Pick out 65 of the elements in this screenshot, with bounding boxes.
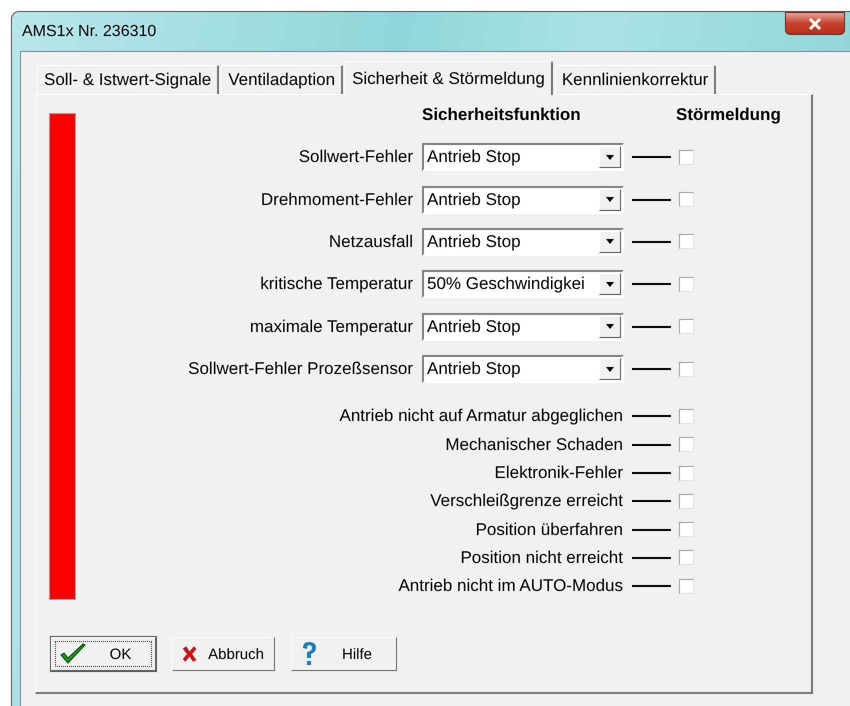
checkbox[interactable] xyxy=(679,522,694,538)
dropdown-value: Antrieb Stop xyxy=(427,147,522,168)
dropdown[interactable]: Antrieb Stop xyxy=(422,143,624,172)
dropdown-value: Antrieb Stop xyxy=(427,190,522,210)
row-label: Antrieb nicht auf Armatur abgeglichen xyxy=(339,406,624,426)
caret-icon xyxy=(606,239,614,244)
checkbox[interactable] xyxy=(679,150,694,165)
question-mark-icon xyxy=(300,641,318,668)
caret-icon xyxy=(606,282,614,287)
checkbox[interactable] xyxy=(679,408,694,424)
row-label: Position überfahren xyxy=(476,520,624,540)
dropdown-button[interactable] xyxy=(599,316,621,338)
dropdown[interactable]: 50% Geschwindigkei xyxy=(422,270,624,298)
checkbox[interactable] xyxy=(679,550,694,566)
tab[interactable]: Soll- & Istwert-Signale xyxy=(37,65,220,94)
row-label: Sollwert-Fehler Prozeßsensor xyxy=(188,359,414,380)
caret-icon xyxy=(606,154,614,160)
checkbox[interactable] xyxy=(679,234,694,250)
caret-icon xyxy=(606,197,614,202)
cancel-button[interactable]: Abbruch xyxy=(172,637,275,672)
tab[interactable]: Ventiladaption xyxy=(221,65,344,94)
tab[interactable]: Kennlinienkorrektur xyxy=(554,65,716,94)
dropdown[interactable]: Antrieb Stop xyxy=(422,312,624,341)
row-label: Sollwert-Fehler xyxy=(298,147,414,168)
close-icon xyxy=(808,18,822,30)
checkbox[interactable] xyxy=(679,494,694,509)
dropdown[interactable]: Antrieb Stop xyxy=(422,186,624,214)
ok-button[interactable]: OK xyxy=(51,637,156,672)
dropdown-value: Antrieb Stop xyxy=(427,359,522,380)
help-button[interactable]: Hilfe xyxy=(291,637,397,672)
row-label: kritische Temperatur xyxy=(260,274,414,294)
column-header: Störmeldung xyxy=(676,104,782,126)
dropdown-button[interactable] xyxy=(599,188,621,211)
row-label: Antrieb nicht im AUTO-Modus xyxy=(398,576,624,596)
checkbox[interactable] xyxy=(679,466,694,481)
checkbox[interactable] xyxy=(679,437,694,452)
row-label: Elektronik-Fehler xyxy=(494,463,624,484)
row-label: Position nicht erreicht xyxy=(460,548,624,568)
dropdown-button[interactable] xyxy=(599,230,621,253)
close-button[interactable] xyxy=(785,12,845,35)
tab[interactable]: Sicherheit & Störmeldung xyxy=(345,61,553,95)
dropdown-value: Antrieb Stop xyxy=(427,232,522,252)
caret-icon xyxy=(606,324,614,330)
dropdown-button[interactable] xyxy=(599,358,621,380)
checkbox[interactable] xyxy=(679,276,694,292)
row-label: Verschleißgrenze erreicht xyxy=(430,491,624,512)
dropdown-button[interactable] xyxy=(599,146,621,168)
dropdown-value: Antrieb Stop xyxy=(427,316,522,337)
column-header: Sicherheitsfunktion xyxy=(422,104,582,126)
dropdown[interactable]: Antrieb Stop xyxy=(422,228,624,256)
checkbox[interactable] xyxy=(679,192,694,208)
checkbox[interactable] xyxy=(679,578,694,594)
dropdown-value: 50% Geschwindigkei xyxy=(427,274,586,294)
dropdown-button[interactable] xyxy=(599,273,621,296)
dropdown[interactable]: Antrieb Stop xyxy=(422,355,624,384)
cross-icon xyxy=(181,644,198,664)
checkbox[interactable] xyxy=(679,362,694,377)
row-label: Drehmoment-Fehler xyxy=(260,190,414,210)
checkbox[interactable] xyxy=(679,319,694,334)
checkmark-icon xyxy=(60,643,86,666)
window-title: AMS1x Nr. 236310 xyxy=(21,22,156,40)
caret-icon xyxy=(606,366,614,372)
row-label: Mechanischer Schaden xyxy=(445,434,624,455)
row-label: Netzausfall xyxy=(328,232,414,252)
row-label: maximale Temperatur xyxy=(250,316,414,337)
